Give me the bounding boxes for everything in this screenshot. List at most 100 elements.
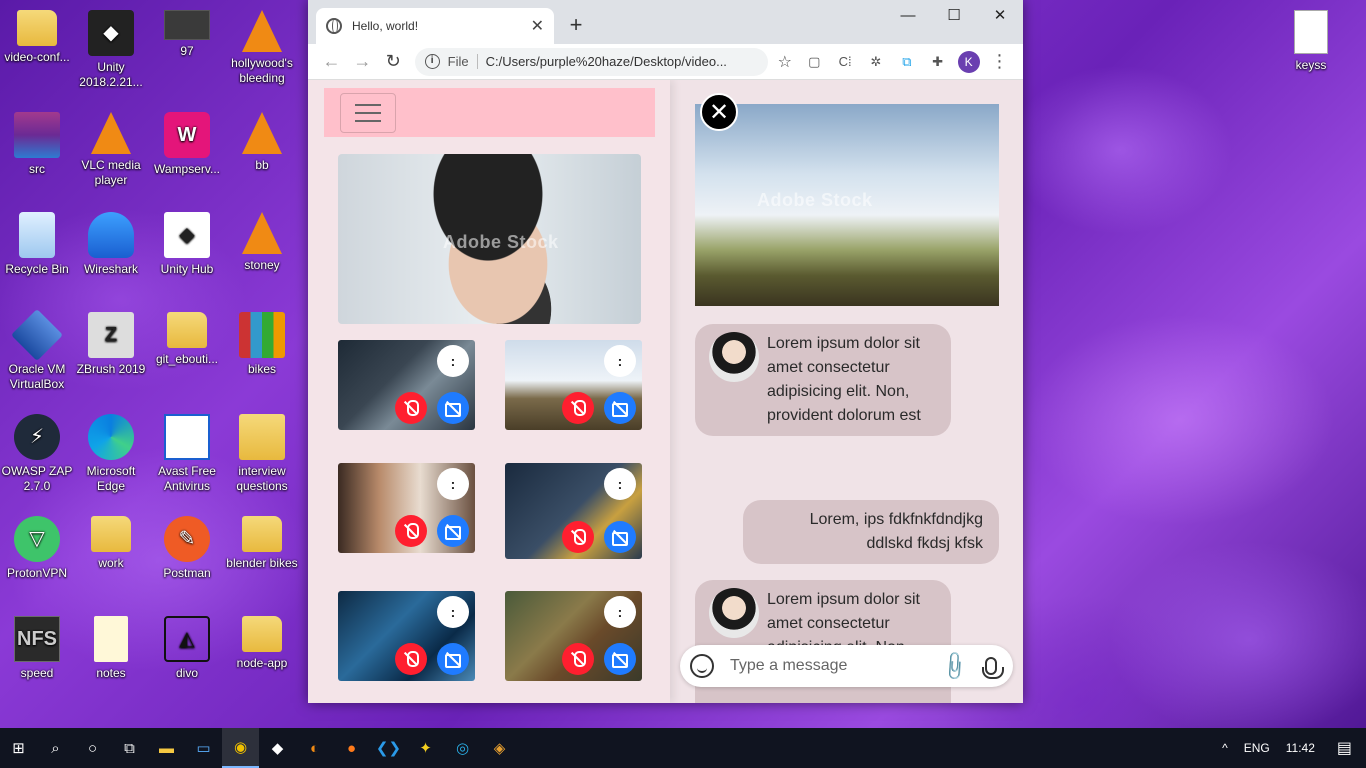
video-tile-participant-1[interactable]: : (338, 340, 475, 430)
desktop-icon-recycle-bin[interactable]: Recycle Bin (0, 206, 74, 302)
new-tab-button[interactable]: + (564, 12, 588, 38)
video-tile-participant-6[interactable]: : (505, 591, 642, 681)
desktop-icon-video-conf[interactable]: video-conf... (0, 4, 74, 100)
task-view-icon[interactable]: ⧉ (111, 728, 148, 768)
tab-hello-world[interactable]: Hello, world! ✕ (316, 8, 554, 44)
vscode-icon[interactable]: ❮❯ (370, 728, 407, 768)
extensions-puzzle-icon[interactable]: ✚ (922, 50, 953, 74)
back-button[interactable]: ← (316, 51, 347, 72)
extension-doc-icon[interactable]: ▢ (799, 50, 830, 74)
tile-menu-button[interactable]: : (437, 345, 469, 377)
git-icon[interactable]: ◈ (481, 728, 518, 768)
desktop-icon-postman[interactable]: ✎ Postman (150, 510, 224, 606)
desktop-icon-work[interactable]: work (74, 510, 148, 606)
chat-shared-image[interactable]: Adobe Stock (695, 104, 999, 306)
microphone-icon[interactable] (982, 657, 1004, 679)
mic-off-icon[interactable] (562, 643, 594, 675)
video-tile-participant-5[interactable]: : (338, 591, 475, 681)
desktop-icon-wireshark[interactable]: Wireshark (74, 206, 148, 302)
camera-off-icon[interactable] (604, 392, 636, 424)
extension-bug-icon[interactable]: ✲ (861, 50, 892, 74)
desktop-icon-virtualbox[interactable]: Oracle VM VirtualBox (0, 306, 74, 402)
search-icon[interactable]: ⌕ (37, 728, 74, 768)
desktop-icon-avast[interactable]: Avast Free Antivirus (150, 408, 224, 504)
attachment-icon[interactable]: 📎 (937, 648, 972, 683)
mic-off-icon[interactable] (395, 392, 427, 424)
desktop-icon-unity[interactable]: ◆ Unity 2018.2.21... (74, 4, 148, 100)
extension-c-icon[interactable]: C⁞ (830, 50, 861, 74)
language-indicator[interactable]: ENG (1236, 741, 1278, 755)
camera-off-icon[interactable] (437, 515, 469, 547)
desktop-icon-97[interactable]: 97 (150, 4, 224, 100)
desktop-icon-stoney[interactable]: stoney (225, 206, 299, 302)
bookmark-star-icon[interactable]: ☆ (778, 52, 799, 72)
camera-off-icon[interactable] (437, 643, 469, 675)
desktop-icon-vlc[interactable]: VLC media player (74, 106, 148, 202)
message-input[interactable] (730, 657, 943, 675)
chrome-icon[interactable]: ◉ (222, 728, 259, 768)
desktop-icon-notes[interactable]: notes (74, 610, 148, 706)
camera-off-icon[interactable] (604, 521, 636, 553)
desktop-icon-interview-questions[interactable]: interview questions (225, 408, 299, 504)
reload-button[interactable]: ↻ (378, 51, 409, 72)
desktop-icon-owasp-zap[interactable]: ⚡ OWASP ZAP 2.7.0 (0, 408, 74, 504)
camera-off-icon[interactable] (604, 643, 636, 675)
tile-menu-button[interactable]: : (604, 468, 636, 500)
extension-copy-icon[interactable]: ⧉ (891, 50, 922, 74)
close-window-button[interactable]: ✕ (977, 0, 1023, 30)
desktop-icon-git-ebouti[interactable]: git_ebouti... (150, 306, 224, 402)
video-tile-participant-4[interactable]: : (505, 463, 642, 559)
mic-off-icon[interactable] (395, 643, 427, 675)
video-tile-participant-3[interactable]: : (338, 463, 475, 553)
desktop-icon-protonvpn[interactable]: ▽ ProtonVPN (0, 510, 74, 606)
desktop-icon-src[interactable]: src (0, 106, 74, 202)
main-video[interactable]: Adobe Stock (338, 154, 641, 324)
desktop-icon-speed[interactable]: NFS speed (0, 610, 74, 706)
tile-menu-button[interactable]: : (604, 596, 636, 628)
desktop-icon-divo[interactable]: ◭ divo (150, 610, 224, 706)
video-tile-participant-2[interactable]: : (505, 340, 642, 430)
forward-button[interactable]: → (347, 51, 378, 72)
tile-menu-button[interactable]: : (437, 596, 469, 628)
file-explorer-icon[interactable]: ▬ (148, 728, 185, 768)
tile-menu-button[interactable]: : (604, 345, 636, 377)
close-chat-button[interactable]: ✕ (700, 93, 738, 131)
desktop-icon-wampserver[interactable]: W Wampserv... (150, 106, 224, 202)
browser-menu-icon[interactable]: ⋮ (984, 50, 1015, 74)
desktop-icon-bb[interactable]: bb (225, 106, 299, 202)
lightbulb-icon[interactable]: ✦ (407, 728, 444, 768)
tab-close-icon[interactable]: ✕ (531, 16, 544, 36)
profile-avatar[interactable]: K (957, 50, 980, 73)
emoji-icon[interactable] (690, 654, 714, 678)
desktop-icon-node-app[interactable]: node-app (225, 610, 299, 706)
tray-chevron-icon[interactable]: ^ (1214, 741, 1236, 755)
firefox-icon[interactable]: ● (333, 728, 370, 768)
site-info-icon[interactable]: i (424, 54, 440, 69)
mic-off-icon[interactable] (395, 515, 427, 547)
unity-taskbar-icon[interactable]: ◆ (259, 728, 296, 768)
mic-off-icon[interactable] (562, 521, 594, 553)
monitor-icon[interactable]: ▭ (185, 728, 222, 768)
desktop-icon-hollywoods-bleeding[interactable]: hollywood's bleeding (225, 4, 299, 100)
page-viewport: Adobe Stock : : : ::: ✕ Adobe Stock Lo… (308, 80, 1023, 703)
blender-icon[interactable]: ◐ (296, 728, 333, 768)
minimize-button[interactable]: — (885, 0, 931, 30)
desktop-icon-blender-bikes[interactable]: blender bikes (225, 510, 299, 606)
desktop-icon-unity-hub[interactable]: ◆ Unity Hub (150, 206, 224, 302)
tile-menu-button[interactable]: : (437, 468, 469, 500)
address-bar[interactable]: i File C:/Users/purple%20haze/Desktop/vi… (414, 47, 768, 76)
notifications-icon[interactable]: ▤ (1323, 738, 1366, 758)
hamburger-menu-button[interactable] (340, 93, 396, 133)
mic-off-icon[interactable] (562, 392, 594, 424)
start-windows-icon[interactable]: ⊞ (0, 728, 37, 768)
vlc-icon (242, 212, 282, 254)
camera-off-icon[interactable] (437, 392, 469, 424)
edge-taskbar-icon[interactable]: ◎ (444, 728, 481, 768)
cortana-icon[interactable]: ○ (74, 728, 111, 768)
desktop-icon-zbrush[interactable]: Z ZBrush 2019 (74, 306, 148, 402)
desktop-icon-keyss[interactable]: keyss (1274, 4, 1348, 100)
maximize-button[interactable]: ☐ (931, 0, 977, 30)
clock[interactable]: 11:42 (1278, 741, 1323, 755)
desktop-icon-edge[interactable]: Microsoft Edge (74, 408, 148, 504)
desktop-icon-bikes[interactable]: bikes (225, 306, 299, 402)
